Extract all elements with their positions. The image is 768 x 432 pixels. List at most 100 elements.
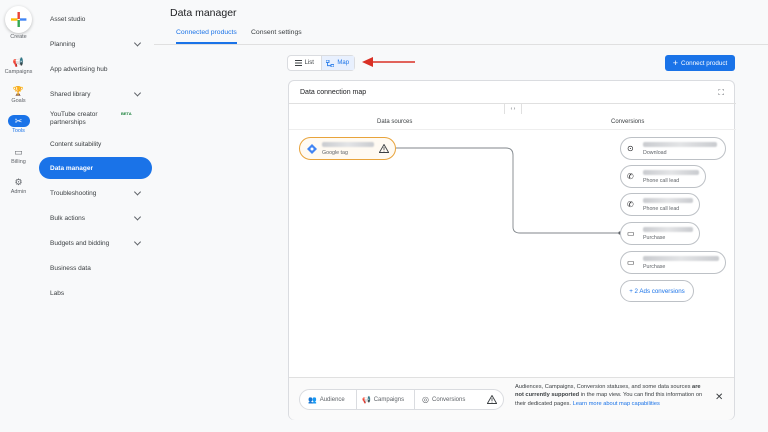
rail-item-billing[interactable]: ▭ Billing: [0, 146, 37, 165]
tab-connected-products[interactable]: Connected products: [176, 29, 237, 44]
sidebar-item-label: YouTube creator partnerships: [50, 110, 98, 127]
rail-label: Goals: [11, 98, 26, 104]
chevron-down-icon: [133, 188, 142, 196]
map-icon: [326, 59, 335, 67]
page-title: Data manager: [170, 7, 237, 19]
sidebar-item-content-suitability[interactable]: Content suitability: [39, 133, 152, 155]
unsupported-notice-bar: 👥 Audience 📢 Campaigns ◎ Conversions Aud…: [289, 377, 734, 420]
conversion-type-label: Purchase: [643, 235, 666, 241]
chip-separator: [356, 390, 357, 409]
sidebar-item-label: Data manager: [50, 164, 93, 172]
credit-card-icon: ▭: [627, 258, 635, 267]
rail-item-admin[interactable]: ⚙ Admin: [0, 176, 37, 195]
trophy-icon: 🏆: [12, 86, 25, 96]
rail-item-campaigns[interactable]: 📢 Campaigns: [0, 56, 37, 75]
source-type-label: Google tag: [322, 150, 348, 156]
credit-card-icon: ▭: [14, 147, 23, 157]
plus-icon: [11, 12, 27, 27]
create-button[interactable]: [5, 6, 32, 33]
list-view-label: List: [304, 60, 314, 66]
chevron-down-icon: [133, 213, 142, 221]
campaigns-chip: 📢 Campaigns: [362, 390, 404, 409]
sidebar-item-app-advertising-hub[interactable]: App advertising hub: [39, 58, 152, 80]
notice-text-part: Audiences, Campaigns, Conversion statuse…: [515, 384, 693, 390]
conversion-node[interactable]: ⊙ Download: [620, 137, 726, 160]
left-rail: Create 📢 Campaigns 🏆 Goals ✂ Tools ▭ Bil…: [0, 0, 37, 432]
conversion-type-label: Phone call lead: [643, 206, 680, 212]
connect-product-label: Connect product: [681, 59, 728, 67]
chevron-down-icon: [133, 238, 142, 246]
megaphone-icon: 📢: [362, 396, 371, 404]
chevron-down-icon: [133, 89, 142, 97]
more-conversions-button[interactable]: + 2 Ads conversions: [620, 280, 694, 302]
target-icon: ◎: [422, 395, 429, 404]
list-view-button[interactable]: List: [288, 56, 321, 70]
warning-icon: [487, 395, 497, 404]
chip-label: Audience: [319, 396, 345, 403]
sidebar-item-label: Business data: [50, 264, 91, 272]
conversion-node[interactable]: ✆ Phone call lead: [620, 193, 700, 216]
google-tag-icon: [307, 144, 317, 154]
view-toggle: List Map: [287, 55, 355, 71]
list-icon: [294, 60, 302, 66]
rail-label: Campaigns: [4, 69, 33, 75]
sidebar-item-label: Asset studio: [50, 15, 86, 23]
sidebar-item-label: Content suitability: [50, 140, 102, 148]
sidebar-item-data-manager[interactable]: Data manager: [39, 157, 152, 179]
phone-icon: ✆: [627, 172, 634, 181]
tab-consent-settings[interactable]: Consent settings: [251, 29, 302, 42]
conversion-node-connected[interactable]: ▭ Purchase: [620, 222, 700, 245]
learn-more-link[interactable]: Learn more about map capabilities: [573, 401, 660, 407]
chip-separator: [414, 390, 415, 409]
sidebar-item-business-data[interactable]: Business data: [39, 257, 152, 279]
sidebar-item-label: Troubleshooting: [50, 189, 97, 197]
redacted-name: [643, 198, 693, 203]
sidebar-item-planning[interactable]: Planning: [39, 33, 152, 55]
beta-badge: BETA: [121, 111, 132, 116]
sidebar-item-youtube-creator-partnerships[interactable]: YouTube creator partnerships BETA: [39, 106, 152, 132]
phone-icon: ✆: [627, 200, 634, 209]
chip-label: Campaigns: [373, 396, 405, 403]
conversion-node[interactable]: ▭ Purchase: [620, 251, 726, 274]
credit-card-icon: ▭: [627, 229, 635, 238]
sidebar-item-label: Shared library: [50, 90, 91, 98]
megaphone-icon: 📢: [12, 57, 25, 67]
sidebar-item-labs[interactable]: Labs: [39, 282, 152, 304]
chevron-down-icon: [133, 39, 142, 47]
chip-label: Conversions: [431, 396, 466, 403]
sidebar-item-label: App advertising hub: [50, 65, 108, 73]
people-icon: 👥: [308, 396, 317, 404]
rail-label: Tools: [12, 128, 25, 134]
conversions-chip: ◎ Conversions: [422, 390, 465, 409]
rail-label: Admin: [10, 189, 27, 195]
sidebar-item-shared-library[interactable]: Shared library: [39, 83, 152, 105]
conversion-node[interactable]: ✆ Phone call lead: [620, 165, 706, 188]
redacted-name: [643, 142, 717, 147]
sidebar-item-asset-studio[interactable]: Asset studio: [39, 8, 152, 30]
audience-chip: 👥 Audience: [308, 390, 345, 409]
sidebar-item-label: Planning: [50, 40, 76, 48]
unsupported-notice-text: Audiences, Campaigns, Conversion statuse…: [515, 383, 705, 408]
rail-item-tools[interactable]: ✂ Tools: [0, 115, 37, 134]
sidebar-item-budgets-and-bidding[interactable]: Budgets and bidding: [39, 232, 152, 254]
redacted-name: [643, 170, 699, 175]
sidebar-item-troubleshooting[interactable]: Troubleshooting: [39, 182, 152, 204]
tabs-divider: [154, 44, 768, 45]
source-node-google-tag[interactable]: Google tag: [299, 137, 396, 160]
main-content: Data manager Connected products Consent …: [154, 0, 768, 432]
redacted-name: [643, 256, 719, 261]
sidebar-item-label: Budgets and bidding: [50, 239, 110, 247]
red-arrow-annotation: [362, 57, 415, 67]
sidebar-item-label: Bulk actions: [50, 214, 86, 222]
close-icon[interactable]: ✕: [715, 392, 723, 403]
connect-product-button[interactable]: + Connect product: [665, 55, 735, 71]
redacted-name: [322, 142, 374, 147]
map-view-label: Map: [337, 60, 350, 66]
unsupported-chips: 👥 Audience 📢 Campaigns ◎ Conversions: [299, 389, 504, 410]
map-view-button[interactable]: Map: [320, 56, 354, 70]
conversion-type-label: Purchase: [643, 264, 666, 270]
rail-item-goals[interactable]: 🏆 Goals: [0, 85, 37, 104]
redacted-name: [643, 227, 693, 232]
sidebar-item-bulk-actions[interactable]: Bulk actions: [39, 207, 152, 229]
rail-create-label: Create: [10, 34, 27, 40]
